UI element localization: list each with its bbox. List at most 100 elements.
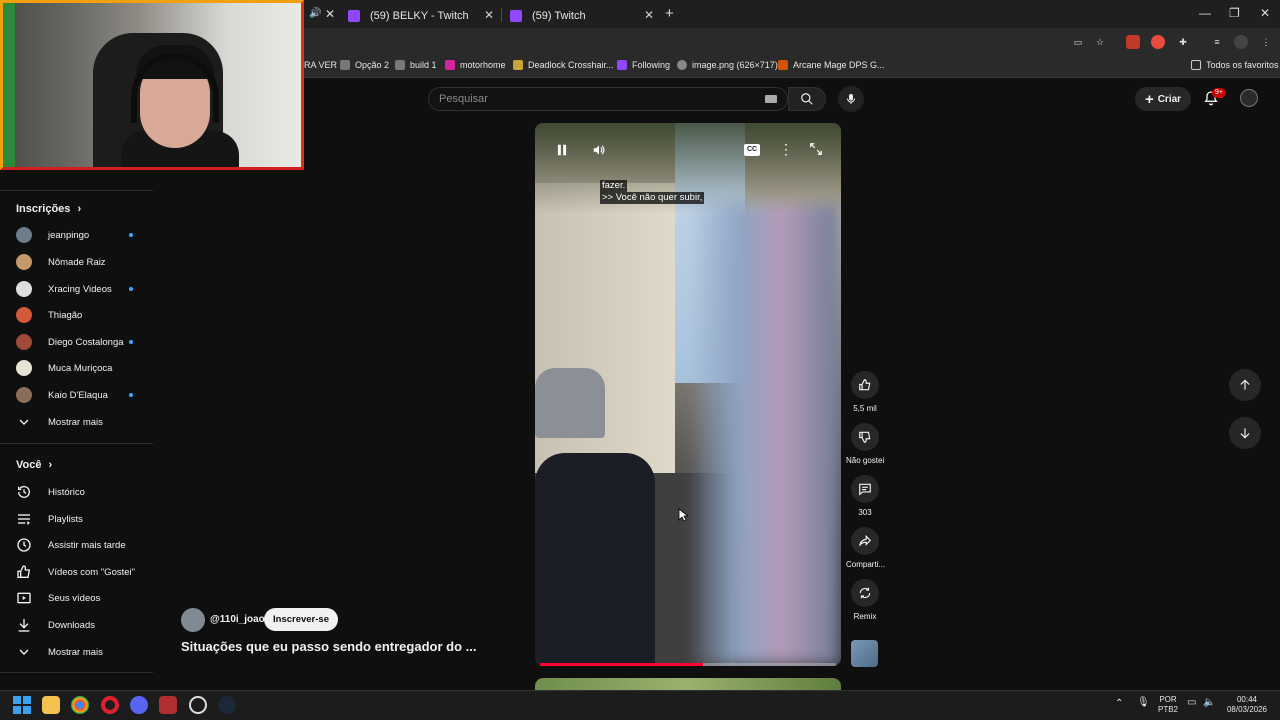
app-icon[interactable] <box>159 696 177 714</box>
sound-thumbnail[interactable] <box>851 640 878 667</box>
bookmark[interactable]: Deadlock Crosshair... <box>513 60 614 70</box>
bookmark[interactable]: motorhome <box>445 60 506 70</box>
sidebar-item-xracing[interactable]: Xracing Videos <box>16 278 146 300</box>
subscriptions-heading[interactable]: Inscrições › <box>16 203 81 215</box>
comments-action[interactable]: 303 <box>846 475 884 517</box>
globe-icon <box>677 60 687 70</box>
keyboard-icon[interactable] <box>765 95 777 103</box>
search-placeholder: Pesquisar <box>439 93 488 105</box>
tab-belky-twitch[interactable]: (59) BELKY - Twitch ✕ <box>340 4 500 28</box>
account-avatar[interactable] <box>1240 89 1258 107</box>
sidebar-item-watch-later[interactable]: Assistir mais tarde <box>16 534 146 556</box>
cast-icon[interactable]: ▭ <box>1071 35 1085 49</box>
language-indicator[interactable]: POR PTB2 <box>1155 695 1181 715</box>
create-button[interactable]: + Criar <box>1135 87 1191 111</box>
remix-action[interactable]: Remix <box>846 579 884 621</box>
sidebar-item-label: Assistir mais tarde <box>48 539 126 551</box>
chevron-right-icon: › <box>77 203 82 215</box>
tab-close-icon[interactable]: ✕ <box>325 7 335 21</box>
all-bookmarks-label: Todos os favoritos <box>1206 60 1279 70</box>
like-button[interactable] <box>851 371 879 399</box>
all-bookmarks[interactable]: Todos os favoritos <box>1191 60 1279 70</box>
app-icon[interactable] <box>189 696 207 714</box>
video-progress-bar[interactable] <box>540 663 836 666</box>
windows-start-icon[interactable] <box>13 696 31 714</box>
shorts-video-player[interactable]: CC ⋮ <box>535 123 841 666</box>
sidebar-item-liked-videos[interactable]: Vídeos com "Gostei" <box>16 561 146 583</box>
share-action[interactable]: Comparti... <box>846 527 885 569</box>
share-button[interactable] <box>851 527 879 555</box>
search-button[interactable] <box>788 87 826 111</box>
tab-close-icon[interactable]: ✕ <box>644 8 654 22</box>
folder-icon <box>1191 60 1201 70</box>
sidebar-item-jeanpingo[interactable]: jeanpingo <box>16 224 146 246</box>
fullscreen-icon[interactable] <box>809 142 823 156</box>
steam-icon[interactable] <box>218 696 236 714</box>
extension-icon[interactable] <box>1126 35 1140 49</box>
media-icon[interactable]: ≡ <box>1210 35 1224 49</box>
bookmark[interactable]: image.png (626×717) <box>677 60 778 70</box>
remix-button[interactable] <box>851 579 879 607</box>
new-tab-icon[interactable]: + <box>665 5 674 22</box>
sidebar-item-playlists[interactable]: Playlists <box>16 508 146 530</box>
sidebar-item-kaio-delaqua[interactable]: Kaio D'Elaqua <box>16 384 146 406</box>
video-title[interactable]: Situações que eu passo sendo entregador … <box>181 639 476 654</box>
next-short-button[interactable] <box>1229 417 1261 449</box>
dislike-button[interactable] <box>851 423 879 451</box>
plus-icon: + <box>1144 90 1154 108</box>
sidebar-item-diego-costalonga[interactable]: Diego Costalonga <box>16 331 146 353</box>
minimize-icon[interactable]: — <box>1199 6 1211 20</box>
volume-tray-icon[interactable]: 🔈 <box>1203 698 1215 708</box>
menu-icon[interactable]: ⋮ <box>1259 35 1273 49</box>
clock[interactable]: 00:44 08/03/2026 <box>1224 695 1270 715</box>
sidebar-item-muca-muricoca[interactable]: Muca Muriçoca <box>16 357 146 379</box>
chrome-icon[interactable] <box>71 696 89 714</box>
comments-button[interactable] <box>851 475 879 503</box>
sidebar-item-thiagao[interactable]: Thiagão <box>16 304 146 326</box>
downloads-icon <box>18 619 30 632</box>
like-action[interactable]: 5,5 mil <box>846 371 884 413</box>
tab-twitch[interactable]: (59) Twitch ✕ <box>502 4 660 28</box>
avatar <box>16 281 32 297</box>
opera-icon[interactable] <box>101 696 119 714</box>
volume-icon[interactable] <box>591 143 607 157</box>
pause-icon[interactable] <box>555 143 569 157</box>
sidebar-divider <box>0 190 153 191</box>
star-icon[interactable]: ☆ <box>1093 35 1107 49</box>
restore-icon[interactable]: ❐ <box>1229 6 1240 20</box>
sidebar-item-nomade-raiz[interactable]: Nômade Raiz <box>16 251 146 273</box>
history-icon <box>18 485 30 498</box>
close-window-icon[interactable]: ✕ <box>1260 6 1270 20</box>
more-options-icon[interactable]: ⋮ <box>779 141 793 158</box>
captions-icon[interactable]: CC <box>744 144 760 156</box>
speaker-icon[interactable]: 🔊 <box>309 8 321 19</box>
discord-icon[interactable] <box>130 696 148 714</box>
tab-close-icon[interactable]: ✕ <box>484 8 494 22</box>
sidebar-item-downloads[interactable]: Downloads <box>16 614 146 636</box>
network-icon[interactable]: ▭ <box>1187 698 1196 708</box>
subscribe-button[interactable]: Inscrever-se <box>264 608 338 631</box>
show-more-subscriptions[interactable]: Mostrar mais <box>16 411 146 433</box>
show-more-you[interactable]: Mostrar mais <box>16 641 146 663</box>
channel-avatar[interactable] <box>181 608 205 632</box>
voice-search-button[interactable] <box>838 86 864 112</box>
profile-icon[interactable] <box>1234 35 1248 49</box>
tray-expand-icon[interactable]: ⌃ <box>1115 699 1123 709</box>
dislike-action[interactable]: Não gostei <box>846 423 884 465</box>
sidebar-item-history[interactable]: Histórico <box>16 481 146 503</box>
bookmark[interactable]: RA VER <box>304 60 337 70</box>
sidebar-item-your-videos[interactable]: Seus vídeos <box>16 587 146 609</box>
bookmark[interactable]: Arcane Mage DPS G... <box>778 60 885 70</box>
puzzle-icon[interactable]: ✚ <box>1176 35 1190 49</box>
previous-short-button[interactable] <box>1229 369 1261 401</box>
adblock-icon[interactable] <box>1151 35 1165 49</box>
channel-name[interactable]: @110i_joao <box>210 614 265 625</box>
avatar <box>16 334 32 350</box>
bookmark[interactable]: Following <box>617 60 670 70</box>
video-progress-fill <box>540 663 703 666</box>
microphone-tray-icon[interactable]: 🎙 <box>1137 698 1150 708</box>
file-explorer-icon[interactable] <box>42 696 60 714</box>
you-heading[interactable]: Você › <box>16 459 52 471</box>
bookmark[interactable]: build 1 <box>395 60 437 70</box>
bookmark[interactable]: Opção 2 <box>340 60 389 70</box>
